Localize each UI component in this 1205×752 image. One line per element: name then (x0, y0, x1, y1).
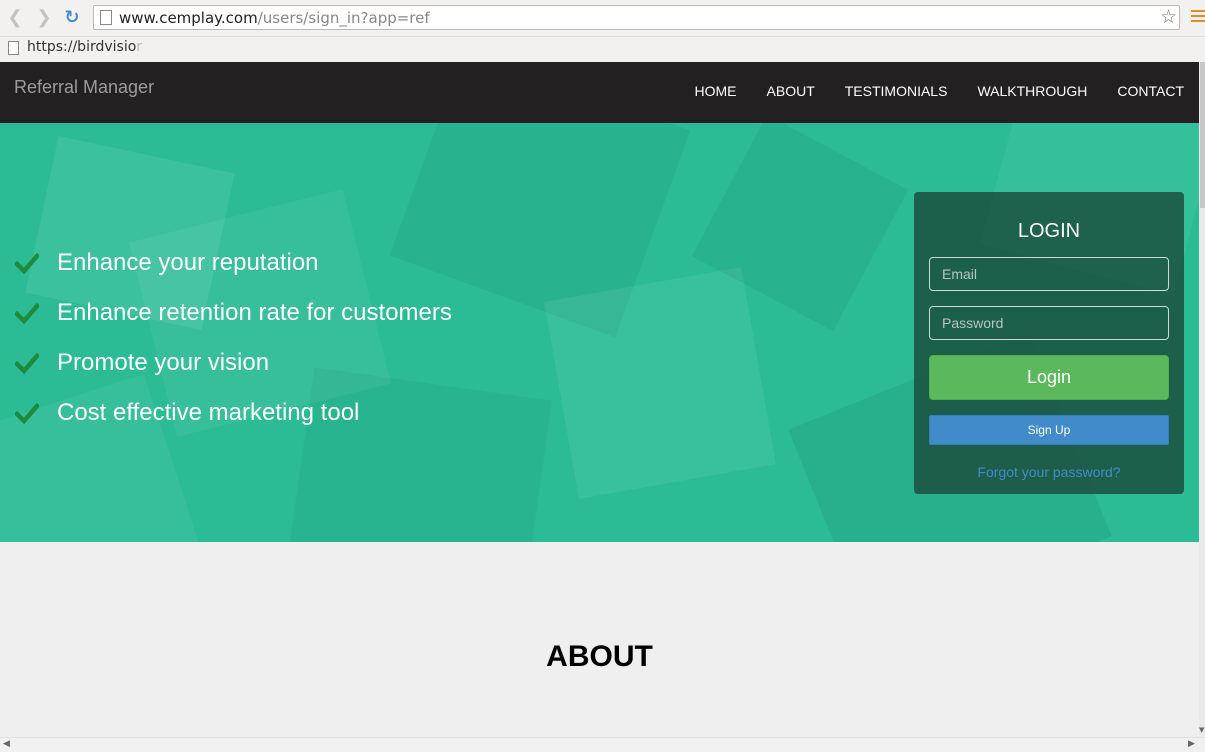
nav-testimonials[interactable]: TESTIMONIALS (845, 83, 948, 99)
horizontal-scrollbar[interactable]: ◀ ▶ (0, 737, 1205, 752)
sign-up-button[interactable]: Sign Up (929, 415, 1169, 445)
status-url: https://birdvisior (27, 39, 142, 55)
vertical-scrollbar[interactable] (1199, 62, 1205, 737)
forgot-password-link[interactable]: Forgot your password? (914, 464, 1184, 480)
checkmark-icon (15, 252, 39, 275)
feature-text: Enhance retention rate for customers (57, 299, 452, 326)
feature-text: Promote your vision (57, 349, 270, 376)
login-title: LOGIN (1017, 220, 1081, 242)
nav-walkthrough[interactable]: WALKTHROUGH (977, 83, 1087, 99)
status-bar: https://birdvisior (0, 37, 1205, 61)
nav-about[interactable]: ABOUT (767, 83, 815, 99)
feature-item: Enhance retention rate for customers (15, 288, 452, 338)
feature-text: Cost effective marketing tool (57, 399, 360, 426)
nav-home[interactable]: HOME (695, 83, 737, 99)
feature-text: Enhance your reputation (57, 249, 319, 276)
hero-section: Enhance your reputation Enhance retentio… (0, 123, 1199, 542)
nav-contact[interactable]: CONTACT (1117, 83, 1184, 99)
feature-item: Enhance your reputation (15, 238, 452, 288)
site-navbar: Referral Manager HOME ABOUT TESTIMONIALS… (0, 62, 1199, 124)
status-url-text: https://birdvisio (27, 39, 137, 55)
page-icon (100, 10, 112, 25)
checkmark-icon (15, 402, 39, 425)
star-icon[interactable]: ☆ (1160, 6, 1177, 28)
about-heading: ABOUT (546, 640, 653, 673)
nav-links: HOME ABOUT TESTIMONIALS WALKTHROUGH CONT… (665, 83, 1184, 99)
password-field[interactable] (929, 306, 1169, 340)
chevron-right-icon[interactable]: ❯ (34, 8, 54, 28)
chevron-left-icon[interactable]: ❮ (5, 8, 25, 28)
scroll-down-icon[interactable]: ▼ (1199, 726, 1204, 734)
scrollbar-thumb[interactable] (1200, 62, 1205, 208)
url-path: /users/sign_in?app=ref (257, 9, 430, 27)
address-bar[interactable]: www.cemplay.com/users/sign_in?app=ref ☆ (93, 5, 1180, 30)
url-text[interactable]: www.cemplay.com/users/sign_in?app=ref (119, 9, 430, 27)
login-panel: LOGIN Login Sign Up Forgot your password… (914, 192, 1184, 494)
checkmark-icon (15, 352, 39, 375)
reload-icon[interactable]: ↻ (62, 8, 82, 28)
status-url-faded: r (136, 39, 143, 55)
brand-name[interactable]: Referral Manager (14, 77, 154, 98)
scroll-left-icon[interactable]: ◀ (3, 739, 10, 749)
page-icon (8, 41, 19, 55)
hamburger-menu-icon[interactable] (1191, 10, 1205, 24)
scroll-right-icon[interactable]: ▶ (1188, 739, 1195, 749)
feature-item: Promote your vision (15, 338, 452, 388)
feature-list: Enhance your reputation Enhance retentio… (15, 238, 452, 438)
bg-shape (544, 267, 776, 499)
url-host: www.cemplay.com (119, 9, 258, 27)
login-button[interactable]: Login (929, 355, 1169, 400)
checkmark-icon (15, 302, 39, 325)
email-field[interactable] (929, 257, 1169, 291)
feature-item: Cost effective marketing tool (15, 388, 452, 438)
browser-toolbar: ❮ ❯ ↻ www.cemplay.com/users/sign_in?app=… (0, 0, 1205, 37)
